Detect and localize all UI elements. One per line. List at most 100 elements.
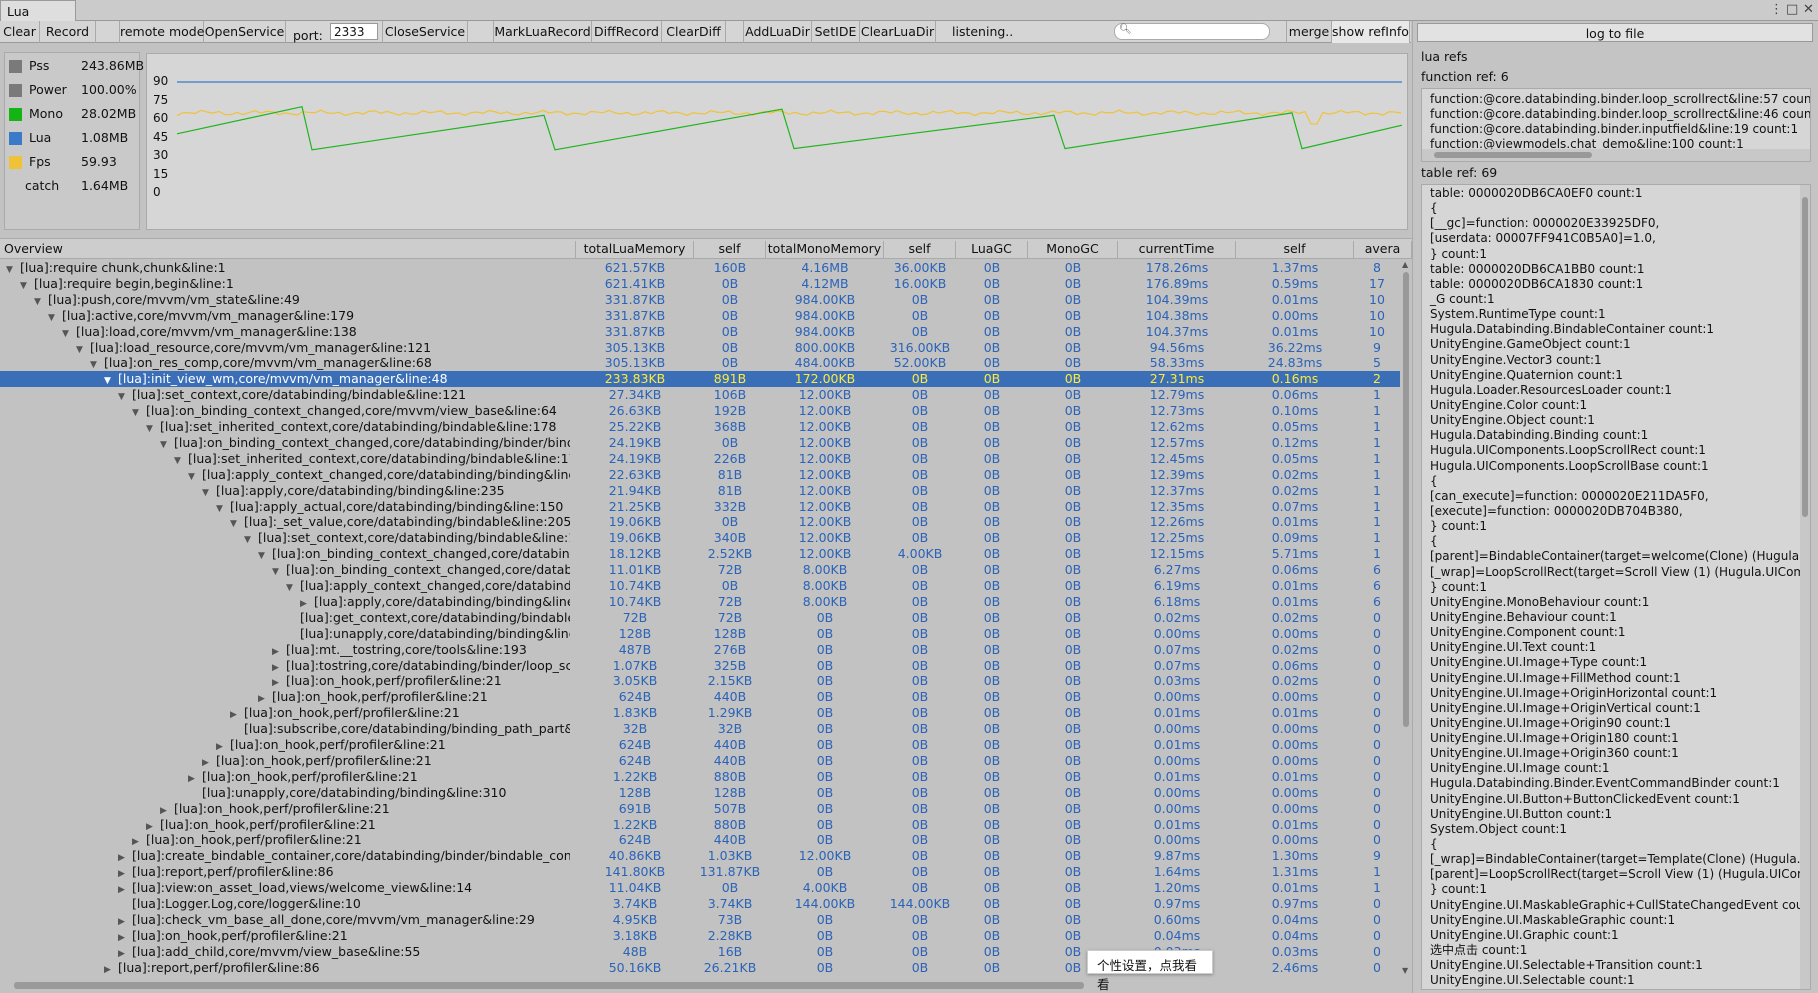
column-header-7[interactable]: currentTime [1118,241,1236,258]
table-ref-item[interactable]: _G count:1 [1422,292,1810,307]
close-service-button[interactable]: CloseService [382,21,468,43]
table-ref-item[interactable]: UnityEngine.UI.Image count:1 [1422,761,1810,776]
table-ref-item[interactable]: UnityEngine.UI.Selectable+Transition cou… [1422,958,1810,973]
collapsed-arrow-icon[interactable]: ▶ [118,869,132,879]
table-vscroll-thumb[interactable] [1802,197,1808,517]
table-ref-item[interactable]: } count:1 [1422,519,1810,534]
column-header-9[interactable]: avera [1354,241,1412,258]
diff-record-button[interactable]: DiffRecord [592,21,662,43]
table-ref-item[interactable]: UnityEngine.UI.Image+Type count:1 [1422,655,1810,670]
table-ref-item[interactable]: UnityEngine.Component count:1 [1422,625,1810,640]
log-to-file-button[interactable]: log to file [1417,23,1813,42]
tree-vertical-scrollbar[interactable]: ▲ ▼ [1400,260,1412,976]
expanded-arrow-icon[interactable]: ▼ [118,392,132,402]
scroll-thumb[interactable] [1403,272,1409,727]
table-ref-item[interactable]: UnityEngine.UI.Button count:1 [1422,807,1810,822]
table-ref-item[interactable]: UnityEngine.UI.MaskableGraphic+CullState… [1422,898,1810,913]
table-ref-item[interactable]: Hugula.UIComponents.LoopScrollRect count… [1422,443,1810,458]
table-ref-item[interactable]: UnityEngine.Vector3 count:1 [1422,353,1810,368]
menu-dots-icon[interactable]: ⋮ [1770,2,1783,17]
expanded-arrow-icon[interactable]: ▼ [90,360,104,370]
table-ref-item[interactable]: { [1422,474,1810,489]
function-ref-item[interactable]: function:@core.databinding.binder.loop_s… [1422,107,1810,122]
tree-row[interactable]: ▶ [lua]:on_hook,perf/profiler&line:21 1.22… [0,817,1400,833]
collapsed-arrow-icon[interactable]: ▶ [160,806,174,816]
table-ref-item[interactable]: [__gc]=function: 0000020E33925DF0, [1422,216,1810,231]
tree-row[interactable]: ▼ [lua]:on_binding_context_changed,core/d… [0,435,1400,451]
open-service-button[interactable]: OpenService [204,21,286,43]
tree-row[interactable]: ▼ [lua]:init_view_wm,core/mvvm/vm_manager… [0,371,1400,388]
expanded-arrow-icon[interactable]: ▼ [188,472,202,482]
table-ref-item[interactable]: [parent]=LoopScrollRect(target=Scroll Vi… [1422,867,1810,882]
table-ref-item[interactable]: Hugula.UIComponents.LoopScrollBase count… [1422,459,1810,474]
record-button[interactable]: Record [40,21,96,43]
func-hscroll-thumb[interactable] [1434,152,1592,158]
collapsed-arrow-icon[interactable]: ▶ [272,678,286,688]
tree-row[interactable]: ▼ [lua]:on_binding_context_changed,core/d… [0,562,1400,578]
tree-row[interactable]: ▼ [lua]:set_context,core/databinding/bind… [0,387,1400,403]
collapsed-arrow-icon[interactable]: ▶ [146,822,160,832]
collapsed-arrow-icon[interactable]: ▶ [118,933,132,943]
tree-row[interactable]: ▶ [lua]:on_hook,perf/profiler&line:21 1.22… [0,769,1400,785]
tree-row[interactable]: [lua]:Logger.Log,core/logger&line:10 3.74… [0,896,1400,912]
tree-row[interactable]: ▼ [lua]:set_inherited_context,core/databi… [0,419,1400,435]
expanded-arrow-icon[interactable]: ▼ [272,567,286,577]
collapsed-arrow-icon[interactable]: ▶ [188,774,202,784]
expanded-arrow-icon[interactable]: ▼ [216,504,230,514]
table-ref-item[interactable]: UnityEngine.MonoBehaviour count:1 [1422,595,1810,610]
table-ref-list[interactable]: table: 0000020DB6CA0EF0 count:1{[__gc]=f… [1421,184,1811,990]
table-ref-item[interactable]: Hugula.Databinding.Binder.EventCommandBi… [1422,776,1810,791]
tree-row[interactable]: ▼ [lua]:apply_context_changed,core/databi… [0,467,1400,483]
collapsed-arrow-icon[interactable]: ▶ [118,949,132,959]
table-ref-item[interactable]: System.RuntimeType count:1 [1422,307,1810,322]
expanded-arrow-icon[interactable]: ▼ [202,488,216,498]
table-ref-item[interactable]: UnityEngine.UI.Selectable count:1 [1422,973,1810,988]
table-ref-item[interactable]: { [1422,201,1810,216]
tree-row[interactable]: ▶ [lua]:view:on_asset_load,views/welcome_… [0,880,1400,896]
table-ref-item[interactable]: [execute]=function: 0000020DB704B380, [1422,504,1810,519]
table-ref-item[interactable]: } count:1 [1422,882,1810,897]
tree-row[interactable]: [lua]:get_context,core/databinding/binda… [0,610,1400,626]
table-vscroll[interactable] [1800,185,1810,989]
tree-row[interactable]: ▶ [lua]:tostring,core/databinding/binder/… [0,658,1400,674]
tree-row[interactable]: ▶ [lua]:on_hook,perf/profiler&line:21 624B… [0,832,1400,848]
tree-row[interactable]: [lua]:unapply,core/databinding/binding&l… [0,785,1400,801]
table-ref-item[interactable]: UnityEngine.Quaternion count:1 [1422,368,1810,383]
table-ref-item[interactable]: Hugula.Loader.ResourcesLoader count:1 [1422,383,1810,398]
tree-row[interactable]: ▼ [lua]:require chunk,chunk&line:1 621.57K… [0,260,1400,276]
table-ref-item[interactable]: [_wrap]=BindableContainer(target=Templat… [1422,852,1810,867]
expanded-arrow-icon[interactable]: ▼ [48,313,62,323]
table-ref-item[interactable]: UnityEngine.UI.Button+ButtonClickedEvent… [1422,792,1810,807]
mark-lua-record-button[interactable]: MarkLuaRecord [494,21,592,43]
collapsed-arrow-icon[interactable]: ▶ [132,837,146,847]
set-ide-button[interactable]: SetIDE [812,21,860,43]
tree-row[interactable]: ▼ [lua]:push,core/mvvm/vm_state&line:49 33… [0,292,1400,308]
tree-row[interactable]: ▶ [lua]:on_hook,perf/profiler&line:21 3.18… [0,928,1400,944]
table-ref-item[interactable]: System.Object count:1 [1422,822,1810,837]
table-ref-item[interactable]: table: 0000020DB6CA1830 count:1 [1422,277,1810,292]
column-header-6[interactable]: MonoGC [1028,241,1118,258]
window-tab[interactable]: Lua Profiler [0,0,76,34]
collapsed-arrow-icon[interactable]: ▶ [104,965,118,975]
table-ref-item[interactable]: UnityEngine.UI.Image+FillMethod count:1 [1422,671,1810,686]
collapsed-arrow-icon[interactable]: ▶ [216,742,230,752]
expanded-arrow-icon[interactable]: ▼ [20,281,34,291]
table-ref-item[interactable]: } count:1 [1422,247,1810,262]
table-ref-item[interactable]: UnityEngine.UI.Image+Origin180 count:1 [1422,731,1810,746]
collapsed-arrow-icon[interactable]: ▶ [118,853,132,863]
function-ref-item[interactable]: function:@core.databinding.binder.inputf… [1422,122,1810,137]
tree-row[interactable]: ▶ [lua]:on_hook,perf/profiler&line:21 691B… [0,801,1400,817]
tree-row[interactable]: ▼ [lua]:apply_actual,core/databinding/bin… [0,499,1400,515]
table-ref-item[interactable]: UnityEngine.UI.MaskableGraphic count:1 [1422,913,1810,928]
clear-diff-button[interactable]: ClearDiff [662,21,726,43]
expanded-arrow-icon[interactable]: ▼ [104,376,118,386]
collapsed-arrow-icon[interactable]: ▶ [230,710,244,720]
tree-row[interactable]: ▶ [lua]:mt.__tostring,core/tools&line:193… [0,642,1400,658]
expanded-arrow-icon[interactable]: ▼ [160,440,174,450]
scroll-up-icon[interactable]: ▲ [1402,260,1408,269]
table-ref-item[interactable]: UnityEngine.UI.Graphic count:1 [1422,928,1810,943]
profiler-tree[interactable]: ▼ [lua]:require chunk,chunk&line:1 621.57K… [0,260,1400,976]
table-ref-item[interactable]: [_wrap]=LoopScrollRect(target=Scroll Vie… [1422,565,1810,580]
tree-row[interactable]: ▼ [lua]:on_res_comp,core/mvvm/vm_manager&… [0,355,1400,371]
expanded-arrow-icon[interactable]: ▼ [174,456,188,466]
